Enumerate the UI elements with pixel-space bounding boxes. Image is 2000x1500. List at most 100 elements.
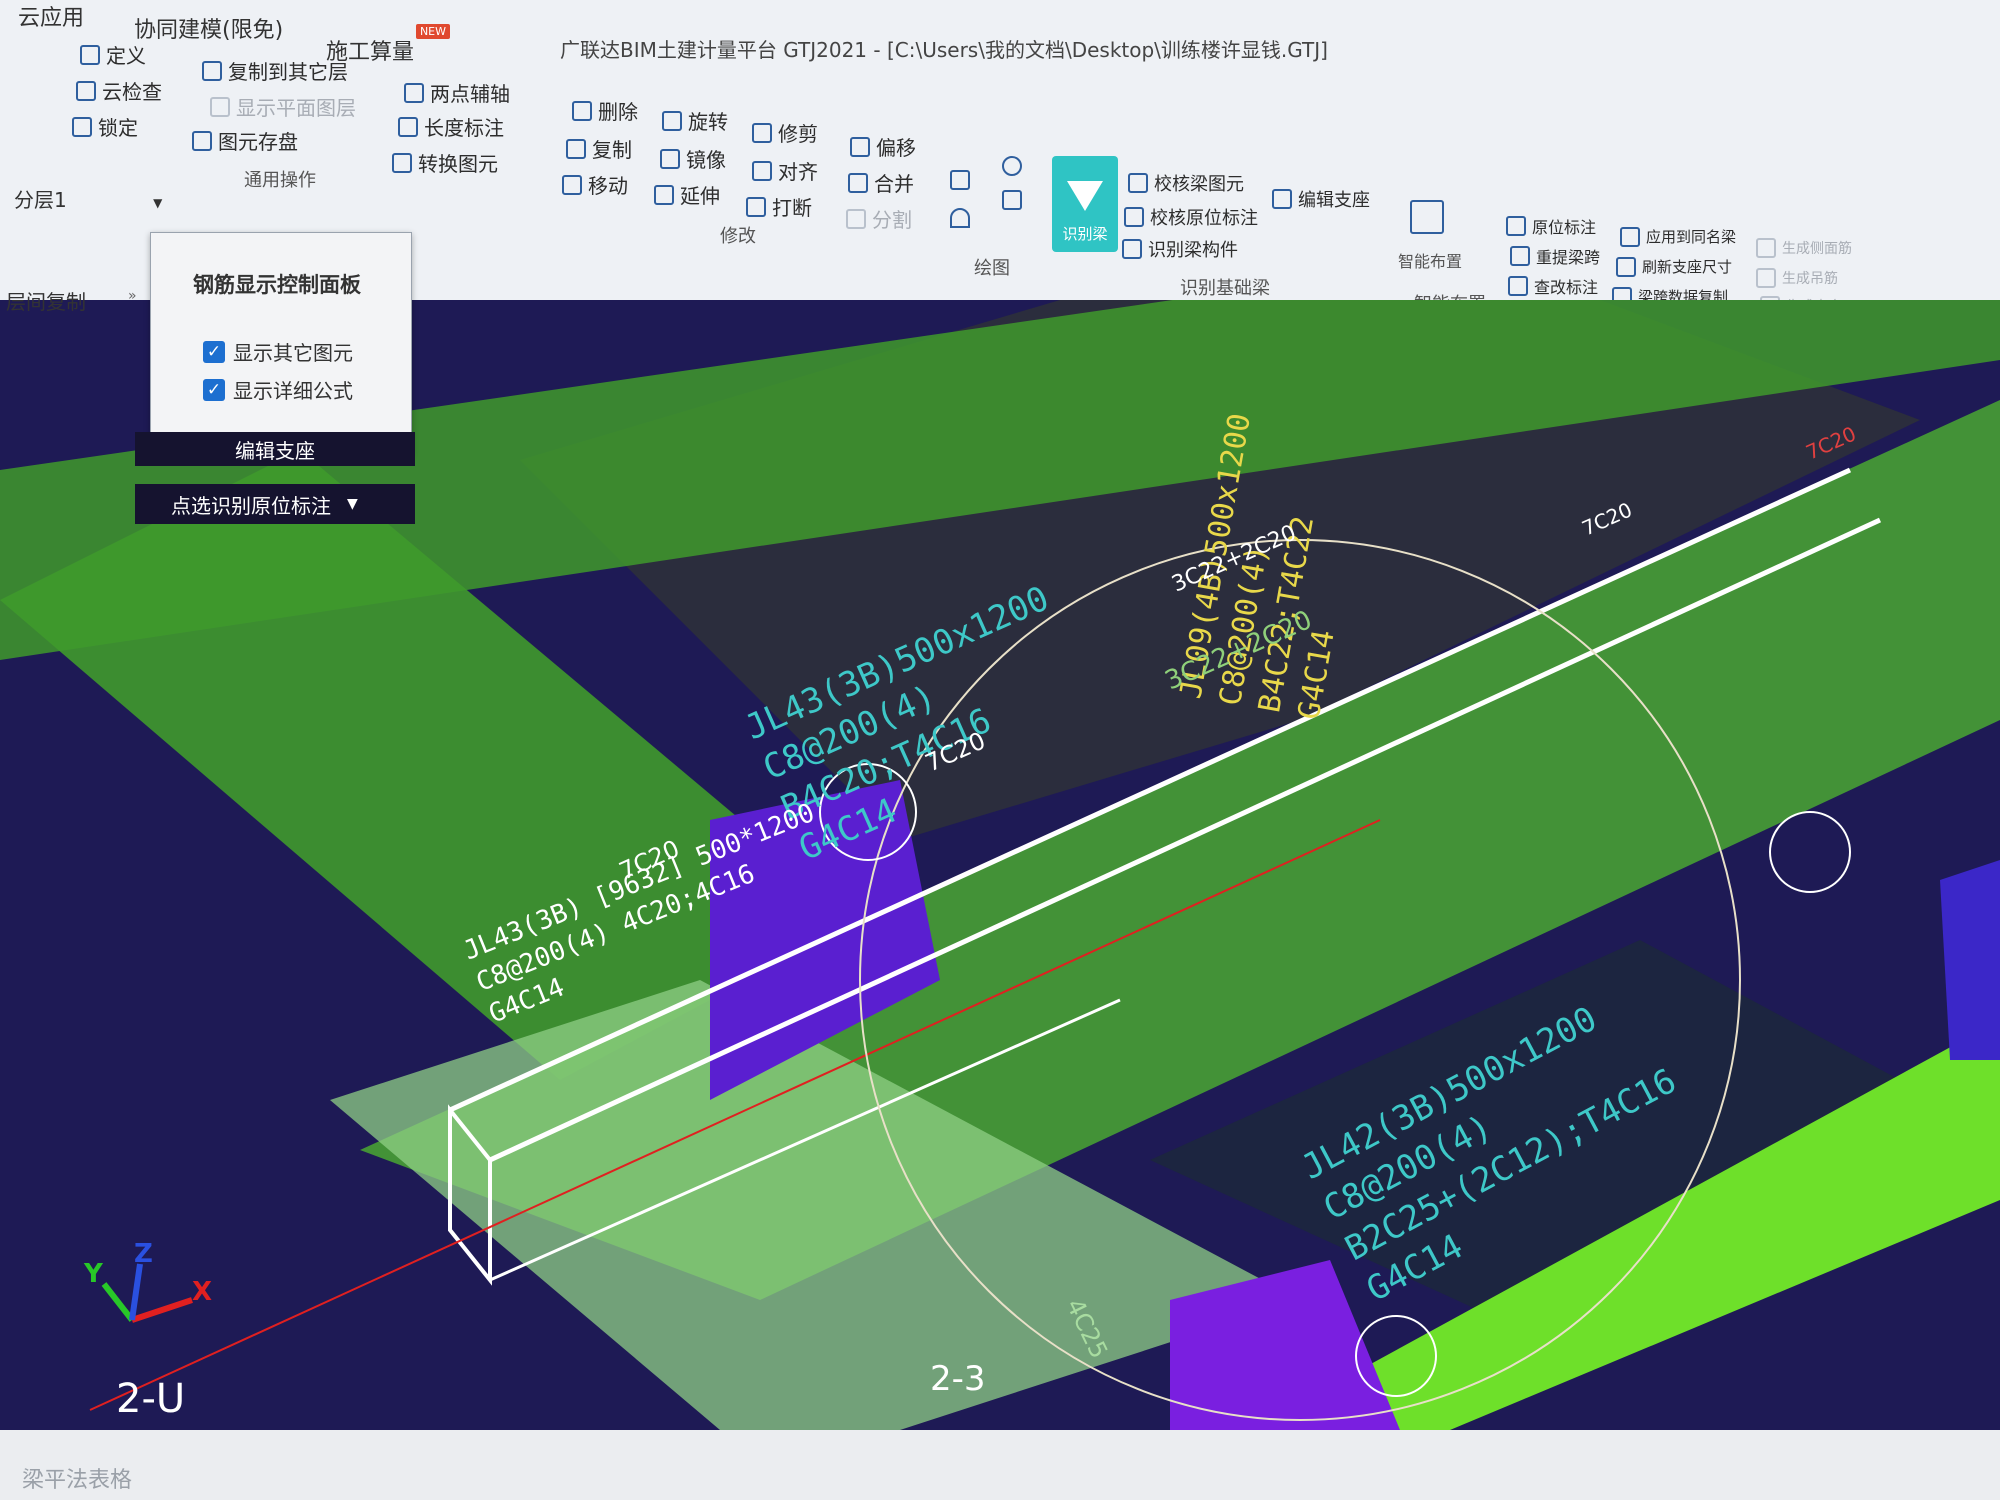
copy-icon bbox=[566, 138, 586, 159]
arc-draw-button[interactable] bbox=[950, 208, 970, 228]
mark-icon bbox=[1506, 216, 1526, 236]
relocate-beam-button[interactable]: 重提梁跨 bbox=[1510, 244, 1600, 268]
point-icon bbox=[1002, 156, 1022, 176]
chevron-down-icon: ▼ bbox=[347, 496, 358, 512]
chevron-down-icon: ▼ bbox=[153, 196, 163, 210]
relocate-icon bbox=[1510, 246, 1530, 266]
floor-copy-button[interactable]: 层间复制 bbox=[6, 286, 86, 315]
merge-icon bbox=[848, 172, 868, 193]
generate-stirrup-button[interactable]: 生成吊筋 bbox=[1756, 268, 1838, 288]
two-point-aux-button[interactable]: 两点辅轴 bbox=[404, 78, 510, 107]
identify-beam-button[interactable]: 识别梁 bbox=[1052, 156, 1118, 252]
view-mark-button[interactable]: 查改标注 bbox=[1508, 274, 1598, 298]
mirror-icon bbox=[660, 148, 680, 169]
z-axis-label: Z bbox=[134, 1239, 153, 1269]
delete-button[interactable]: 删除 bbox=[572, 96, 638, 125]
copy-to-floor-button[interactable]: 复制到其它层 bbox=[202, 56, 348, 85]
mirror-button[interactable]: 镜像 bbox=[660, 144, 726, 173]
beam-table-tab[interactable]: 梁平法表格 bbox=[22, 1462, 132, 1494]
merge-button[interactable]: 合并 bbox=[848, 168, 914, 197]
show-formula-checkbox[interactable]: ✓ 显示详细公式 bbox=[203, 375, 353, 404]
copy-button[interactable]: 复制 bbox=[566, 134, 632, 163]
side-rebar-icon bbox=[1756, 238, 1776, 258]
layer-icon bbox=[210, 96, 230, 117]
line-draw-button[interactable] bbox=[950, 170, 970, 190]
split-button[interactable]: 分割 bbox=[846, 204, 912, 233]
tab-cloud-apps[interactable]: 云应用 bbox=[18, 0, 84, 32]
trim-button[interactable]: 修剪 bbox=[752, 118, 818, 147]
edit-support-button[interactable]: 编辑支座 bbox=[1272, 186, 1370, 212]
rect-draw-button[interactable] bbox=[1002, 190, 1022, 210]
smart-layout-label[interactable]: 智能布置 bbox=[1398, 248, 1462, 272]
rebar-display-panel: 钢筋显示控制面板 ✓ 显示其它图元 ✓ 显示详细公式 bbox=[150, 232, 412, 454]
lock-button[interactable]: 锁定 bbox=[72, 112, 138, 141]
panel-title: 钢筋显示控制面板 bbox=[193, 273, 361, 297]
lock-icon bbox=[72, 116, 92, 137]
edit-support-icon bbox=[1272, 189, 1292, 209]
refresh-icon bbox=[1616, 256, 1636, 277]
save-element-button[interactable]: 图元存盘 bbox=[192, 126, 298, 155]
align-button[interactable]: 对齐 bbox=[752, 156, 818, 185]
x-axis-label: X bbox=[192, 1277, 212, 1307]
break-button[interactable]: 打断 bbox=[746, 192, 812, 221]
generate-side-rebar-button[interactable]: 生成侧面筋 bbox=[1756, 238, 1852, 258]
view-mark-icon bbox=[1508, 276, 1528, 296]
group-label-draw[interactable]: 绘图 bbox=[974, 254, 1010, 280]
convert-icon bbox=[392, 152, 412, 173]
3d-viewport[interactable]: JL43(3B)500x1200 C8@200(4) B4C20;T4C16 G… bbox=[0, 300, 2000, 1430]
y-axis-label: Y bbox=[83, 1259, 104, 1289]
verify-in-situ-mark-button[interactable]: 校核原位标注 bbox=[1124, 204, 1258, 230]
split-icon bbox=[846, 208, 866, 229]
convert-element-button[interactable]: 转换图元 bbox=[392, 148, 498, 177]
group-label-modify[interactable]: 修改 bbox=[720, 222, 756, 248]
window-title: 广联达BIM土建计量平台 GTJ2021 - [C:\Users\我的文档\De… bbox=[560, 38, 1328, 62]
define-button[interactable]: 定义 bbox=[80, 40, 146, 69]
pick-in-situ-mark-dropdown[interactable]: 点选识别原位标注 ▼ bbox=[135, 484, 415, 524]
funnel-icon bbox=[1067, 181, 1103, 211]
break-icon bbox=[746, 196, 766, 217]
apply-icon bbox=[1620, 226, 1640, 247]
rectangle-icon bbox=[1002, 190, 1022, 210]
offset-icon bbox=[850, 136, 870, 157]
arc-icon bbox=[950, 208, 970, 228]
identify-beam-member-button[interactable]: 识别梁构件 bbox=[1122, 236, 1238, 262]
rotate-button[interactable]: 旋转 bbox=[662, 106, 728, 135]
verify-icon bbox=[1128, 173, 1148, 193]
trim-icon bbox=[752, 122, 772, 143]
offset-button[interactable]: 偏移 bbox=[850, 132, 916, 161]
in-situ-mark-button[interactable]: 原位标注 bbox=[1506, 214, 1596, 238]
smart-layout-button[interactable] bbox=[1410, 200, 1444, 234]
verify-mark-icon bbox=[1124, 207, 1144, 227]
point-draw-button[interactable] bbox=[1002, 156, 1022, 176]
move-button[interactable]: 移动 bbox=[562, 170, 628, 199]
edit-support-row[interactable]: 编辑支座 bbox=[135, 432, 415, 466]
identify-member-icon bbox=[1122, 239, 1142, 259]
show-other-elements-checkbox[interactable]: ✓ 显示其它图元 bbox=[203, 337, 353, 366]
save-element-icon bbox=[192, 130, 212, 151]
tab-collab-modeling[interactable]: 协同建模(限免) bbox=[134, 12, 283, 44]
group-label-common-ops[interactable]: 通用操作 bbox=[244, 166, 316, 192]
aux-axis-icon bbox=[404, 82, 424, 103]
group-label-identify-foundation-beam[interactable]: 识别基础梁 bbox=[1180, 274, 1270, 300]
extend-icon bbox=[654, 184, 674, 205]
stirrup-icon bbox=[1756, 268, 1776, 288]
refresh-support-button[interactable]: 刷新支座尺寸 bbox=[1616, 256, 1732, 277]
apply-same-name-button[interactable]: 应用到同名梁 bbox=[1620, 226, 1736, 247]
grid-icon bbox=[1410, 200, 1444, 234]
define-icon bbox=[80, 44, 100, 65]
checkmark-icon: ✓ bbox=[203, 340, 225, 363]
show-layer-button[interactable]: 显示平面图层 bbox=[210, 92, 356, 121]
align-icon bbox=[752, 160, 772, 181]
extend-button[interactable]: 延伸 bbox=[654, 180, 720, 209]
scene-svg[interactable]: JL43(3B)500x1200 C8@200(4) B4C20;T4C16 G… bbox=[0, 300, 2000, 1430]
double-chevron-icon[interactable]: » bbox=[128, 288, 137, 304]
bottom-bar: 梁平法表格 bbox=[0, 1430, 2000, 1500]
ruler-icon bbox=[398, 116, 418, 137]
checkmark-icon: ✓ bbox=[203, 378, 225, 401]
move-icon bbox=[562, 174, 582, 195]
length-mark-button[interactable]: 长度标注 bbox=[398, 112, 504, 141]
verify-beam-element-button[interactable]: 校核梁图元 bbox=[1128, 170, 1244, 196]
layer-select[interactable]: 分层1 ▼ bbox=[14, 184, 162, 213]
line-icon bbox=[950, 170, 970, 190]
cloud-check-button[interactable]: 云检查 bbox=[76, 76, 162, 105]
